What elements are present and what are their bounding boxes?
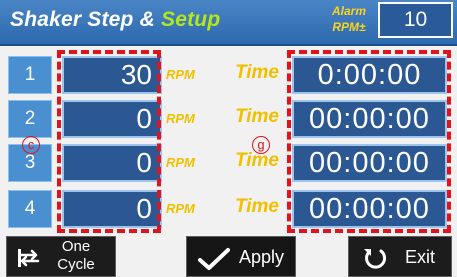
one-cycle-label-line2: Cycle bbox=[57, 256, 95, 273]
step-time-field[interactable]: 00:00:00 bbox=[292, 144, 447, 182]
alarm-rpm-field[interactable]: 10 bbox=[378, 2, 453, 38]
step-row-4: 4 0 RPM Time 00:00:00 bbox=[0, 190, 457, 228]
step-row-3: 3 0 RPM Time 00:00:00 bbox=[0, 144, 457, 182]
step-time-field[interactable]: 00:00:00 bbox=[292, 190, 447, 228]
apply-button[interactable]: Apply bbox=[186, 236, 296, 277]
header-bar: Shaker Step & Setup Alarm RPM± 10 bbox=[0, 0, 457, 46]
step-number-button[interactable]: 2 bbox=[8, 100, 52, 138]
step-time-field[interactable]: 0:00:00 bbox=[292, 56, 447, 94]
step-rpm-field[interactable]: 30 bbox=[62, 56, 162, 94]
rpm-unit-label: RPM bbox=[166, 201, 195, 216]
rpm-unit-label: RPM bbox=[166, 155, 195, 170]
alarm-label-line1: Alarm bbox=[331, 4, 366, 18]
exit-label: Exit bbox=[405, 247, 436, 267]
step-number-button[interactable]: 4 bbox=[8, 190, 52, 228]
page-title: Shaker Step & Setup bbox=[10, 8, 220, 32]
alarm-rpm-label: Alarm RPM± bbox=[320, 3, 378, 35]
step-rpm-field[interactable]: 0 bbox=[62, 100, 162, 138]
step-number-button[interactable]: 1 bbox=[8, 56, 52, 94]
time-label: Time bbox=[235, 196, 280, 217]
step-rpm-field[interactable]: 0 bbox=[62, 144, 162, 182]
one-cycle-label-line1: One bbox=[61, 238, 91, 255]
time-label: Time bbox=[235, 62, 280, 83]
repeat-icon bbox=[18, 249, 40, 267]
return-arrow-icon bbox=[364, 249, 386, 269]
time-label: Time bbox=[235, 106, 280, 127]
rpm-unit-label: RPM bbox=[166, 111, 195, 126]
annotation-marker-c: c bbox=[22, 136, 40, 154]
step-time-field[interactable]: 00:00:00 bbox=[292, 100, 447, 138]
step-row-1: 1 30 RPM Time 0:00:00 bbox=[0, 56, 457, 94]
shaker-step-setup-screen: Shaker Step & Setup Alarm RPM± 10 1 30 R… bbox=[0, 0, 457, 277]
exit-button[interactable]: Exit bbox=[348, 236, 452, 277]
apply-label: Apply bbox=[239, 247, 285, 267]
rpm-unit-label: RPM bbox=[166, 67, 195, 82]
step-rpm-field[interactable]: 0 bbox=[62, 190, 162, 228]
checkmark-icon bbox=[198, 248, 230, 270]
annotation-marker-g: g bbox=[252, 136, 270, 154]
alarm-label-line2: RPM± bbox=[332, 20, 366, 34]
step-row-2: 2 0 RPM Time 00:00:00 bbox=[0, 100, 457, 138]
one-cycle-button[interactable]: One Cycle bbox=[6, 236, 116, 277]
title-setup: Setup bbox=[161, 8, 221, 31]
title-main: Shaker Step & bbox=[10, 8, 162, 31]
